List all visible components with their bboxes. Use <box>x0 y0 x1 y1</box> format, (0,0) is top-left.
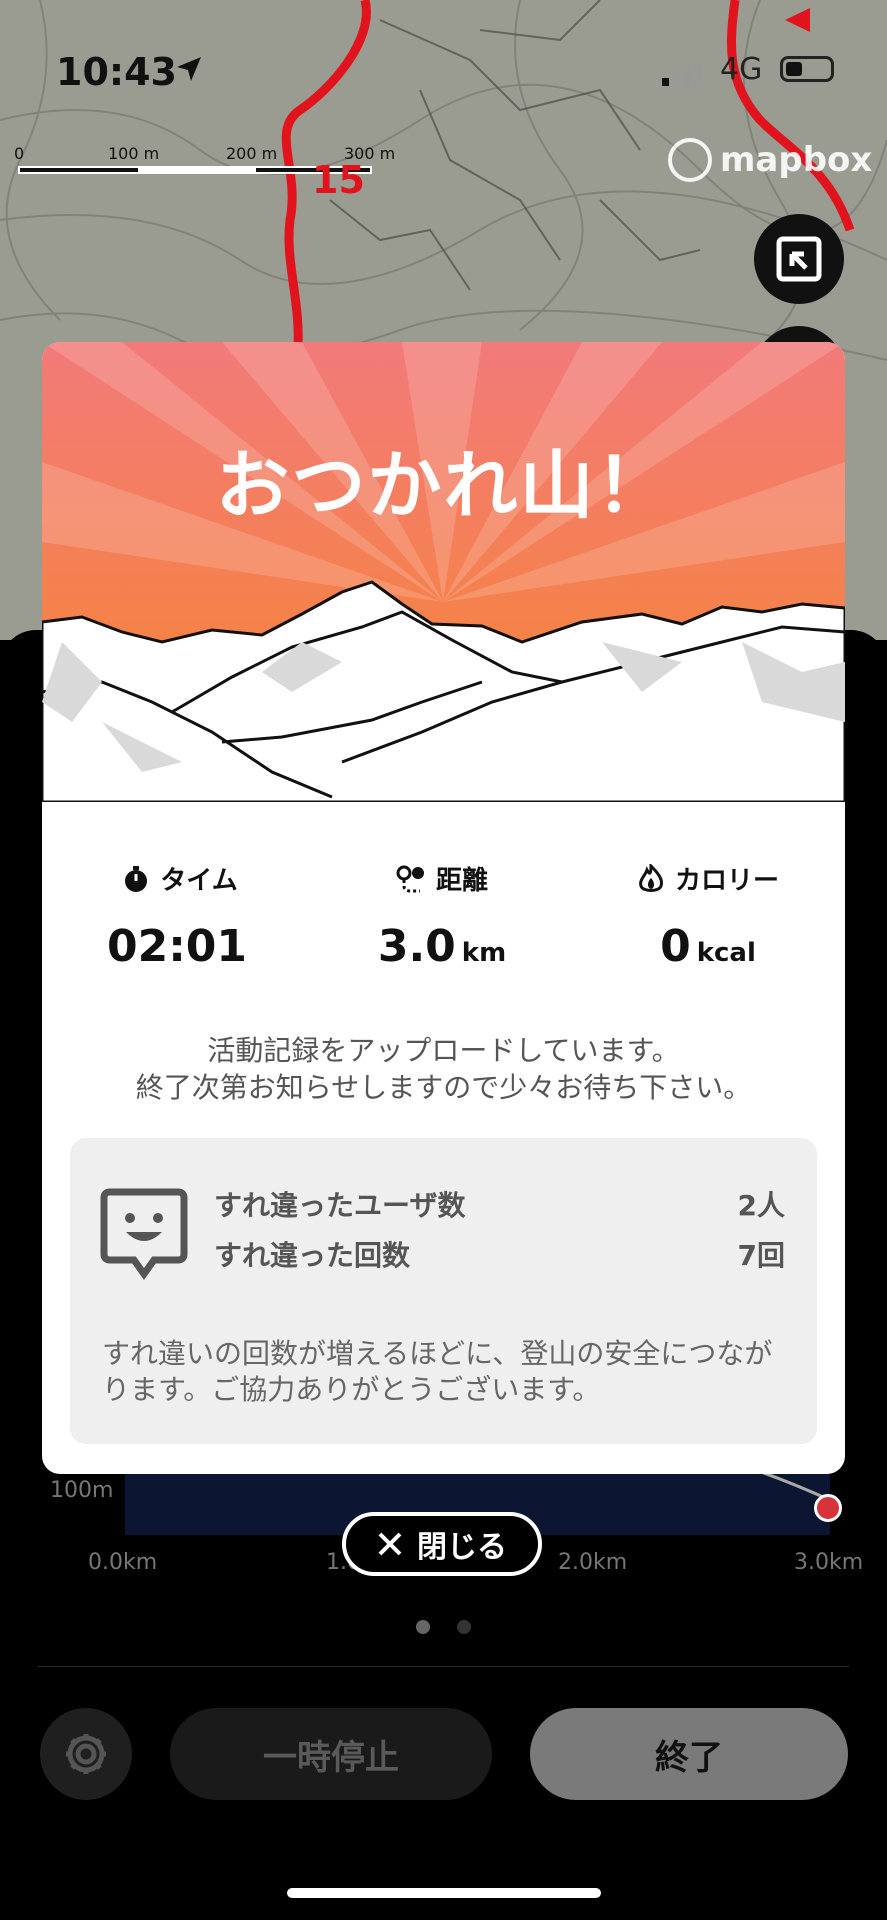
stat-label: タイム <box>160 866 238 896</box>
elevation-x-label: 3.0km <box>794 1550 864 1575</box>
page-dot[interactable] <box>457 1620 471 1634</box>
upload-message: 活動記録をアップロードしています。 終了次第お知らせしますので少々お待ち下さい。 <box>42 1032 845 1106</box>
end-button[interactable]: 終了 <box>530 1708 848 1800</box>
passing-face-icon <box>100 1188 188 1280</box>
stat-time: タイム 02:01 <box>50 860 310 972</box>
page-dot-active[interactable] <box>416 1620 430 1634</box>
stat-value: 3.0 <box>377 921 456 972</box>
mapbox-logo-icon <box>668 138 712 182</box>
current-position-marker <box>814 1494 842 1522</box>
elevation-y-label: 100m <box>50 1478 114 1503</box>
passed-count-label: すれ違った回数 <box>214 1239 411 1272</box>
passed-count-value: 7回 <box>737 1239 785 1272</box>
scale-label: 0 <box>14 144 25 163</box>
collapse-map-button[interactable] <box>754 214 844 304</box>
close-label: 閉じる <box>417 1530 507 1565</box>
stopwatch-icon <box>125 865 148 892</box>
close-button[interactable]: 閉じる <box>342 1512 542 1576</box>
stat-value: 0 <box>660 921 691 972</box>
battery-icon <box>780 56 834 82</box>
modal-title: おつかれ山！ <box>215 443 672 529</box>
divider <box>38 1666 849 1667</box>
stat-calories: カロリー 0 kcal <box>578 860 838 972</box>
network-type: 4G <box>720 52 763 87</box>
close-icon <box>378 1532 402 1556</box>
route-icon <box>396 865 424 892</box>
scale-label: 200 m <box>226 144 278 163</box>
passed-users-value: 2人 <box>737 1189 785 1222</box>
stat-distance: 距離 3.0 km <box>312 860 572 972</box>
collapse-map-icon <box>776 236 822 282</box>
stat-value: 02:01 <box>106 921 248 972</box>
home-indicator[interactable] <box>287 1888 601 1898</box>
route-marker-number: 15 <box>312 158 365 202</box>
elevation-x-label: 2.0km <box>558 1550 628 1575</box>
stat-label: カロリー <box>674 866 779 896</box>
status-time: 10:43 <box>56 50 177 94</box>
stat-unit: km <box>461 938 507 968</box>
mapbox-attribution[interactable]: mapbox <box>720 140 872 180</box>
mountain-hero-illustration <box>42 342 845 802</box>
passing-note: すれ違いの回数が増えるほどに、登山の安全につながります。ご協力ありがとうございま… <box>102 1337 773 1406</box>
settings-button[interactable] <box>40 1708 132 1800</box>
stat-unit: kcal <box>696 938 756 968</box>
stat-label: 距離 <box>435 866 488 896</box>
passed-users-label: すれ違ったユーザ数 <box>214 1189 466 1222</box>
gear-icon <box>66 1734 106 1774</box>
upload-message-line: 終了次第お知らせしますので少々お待ち下さい。 <box>135 1071 752 1104</box>
summary-modal: おつかれ山！ タイム 02:01 距離 3.0 km カロリー 0 kcal 活… <box>42 342 845 1474</box>
passing-info-box: すれ違ったユーザ数 2人 すれ違った回数 7回 すれ違いの回数が増えるほどに、登… <box>70 1138 817 1444</box>
scale-label: 100 m <box>108 144 160 163</box>
flame-icon <box>639 863 663 892</box>
pause-button[interactable]: 一時停止 <box>170 1708 492 1800</box>
elevation-x-label: 0.0km <box>88 1550 158 1575</box>
upload-message-line: 活動記録をアップロードしています。 <box>207 1034 680 1067</box>
